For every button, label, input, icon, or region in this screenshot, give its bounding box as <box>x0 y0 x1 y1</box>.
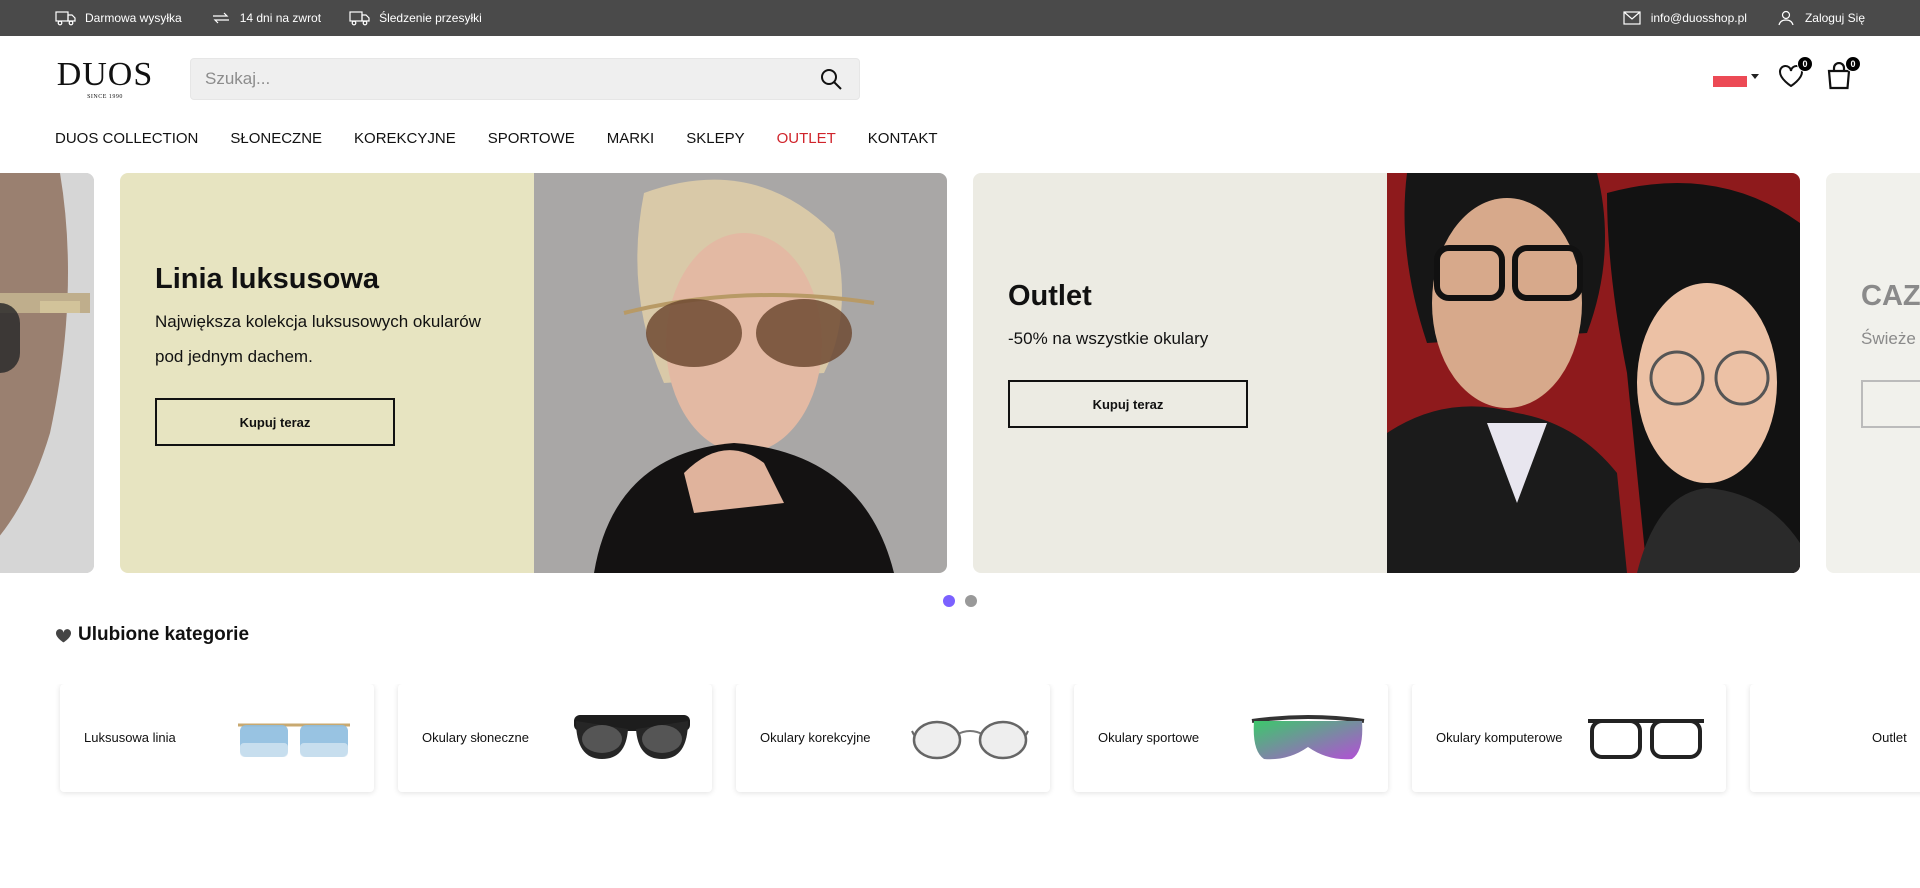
favorite-categories-title: Ulubione kategorie <box>78 624 250 645</box>
top-bar: Darmowa wysyłka 14 dni na zwrot Śledzeni… <box>0 0 1920 36</box>
slide-luxury-shop-button[interactable]: Kupuj teraz <box>155 398 395 446</box>
slide-outlet[interactable]: Outlet -50% na wszystkie okulary Kupuj t… <box>973 173 1800 573</box>
truck-icon <box>55 11 76 26</box>
user-icon <box>1778 10 1794 26</box>
search-input[interactable] <box>205 69 817 89</box>
computer-glasses-icon <box>1588 719 1704 759</box>
return-arrows-icon <box>212 12 229 24</box>
slide-next-description: Świeże z <box>1861 329 1920 348</box>
sunglasses-icon <box>574 715 690 759</box>
nav-korekcyjne[interactable]: KOREKCYJNE <box>354 130 456 147</box>
logo-subtitle: SINCE 1990 <box>87 94 123 100</box>
poland-flag-icon <box>1713 65 1747 87</box>
category-label: Outlet <box>1872 730 1907 745</box>
header: DUOS SINCE 1990 0 0 <box>0 36 1920 122</box>
nav-marki[interactable]: MARKI <box>607 130 655 147</box>
category-label: Luksusowa linia <box>84 730 176 745</box>
returns-info: 14 dni na zwrot <box>210 10 321 26</box>
tracking-link[interactable]: Śledzenie przesyłki <box>349 10 482 26</box>
category-card-computer[interactable]: Okulary komputerowe <box>1412 684 1726 792</box>
chevron-down-icon <box>1751 73 1759 79</box>
logo[interactable]: DUOS SINCE 1990 <box>55 56 155 101</box>
tracking-label: Śledzenie przesyłki <box>379 11 482 25</box>
language-selector[interactable] <box>1713 65 1759 87</box>
category-card-luxury[interactable]: Luksusowa linia <box>60 684 374 792</box>
sport-glasses-icon <box>1251 715 1365 760</box>
logo-text: DUOS <box>56 56 154 93</box>
carousel-pagination <box>0 595 1920 607</box>
free-shipping-label: Darmowa wysyłka <box>85 11 182 25</box>
slide-luxury-title: Linia luksusowa <box>155 263 379 295</box>
nav-sklepy[interactable]: SKLEPY <box>686 130 744 147</box>
carousel-dot-1[interactable] <box>943 595 955 607</box>
nav-sloneczne[interactable]: SŁONECZNE <box>230 130 322 147</box>
favorite-categories-heading: Ulubione kategorie <box>55 624 1865 646</box>
category-label: Okulary słoneczne <box>422 730 529 745</box>
header-actions: 0 0 <box>1713 56 1861 92</box>
category-card-outlet[interactable]: Outlet <box>1750 684 1920 792</box>
slide-previous-image <box>0 173 94 573</box>
nav-duos-collection[interactable]: DUOS COLLECTION <box>55 130 198 147</box>
top-bar-benefits: Darmowa wysyłka 14 dni na zwrot Śledzeni… <box>55 10 482 26</box>
category-card-prescription[interactable]: Okulary korekcyjne <box>736 684 1050 792</box>
nav-outlet[interactable]: OUTLET <box>777 130 836 147</box>
top-bar-account: info@duosshop.pl Zaloguj Się <box>1621 10 1865 26</box>
slide-luxury-description: Największa kolekcja luksusowych okularów… <box>155 312 481 366</box>
category-label: Okulary korekcyjne <box>760 730 871 745</box>
main-navigation: DUOS COLLECTION SŁONECZNE KOREKCYJNE SPO… <box>0 122 1920 154</box>
category-card-sunglasses[interactable]: Okulary słoneczne <box>398 684 712 792</box>
slide-next-button[interactable] <box>1861 380 1920 428</box>
category-label: Okulary sportowe <box>1098 730 1200 745</box>
slide-next[interactable]: CAZA Świeże z <box>1826 173 1920 573</box>
category-label: Okulary komputerowe <box>1436 730 1563 745</box>
category-list: Luksusowa linia Okulary słoneczne Okular… <box>0 684 1920 804</box>
slide-outlet-text-panel: Outlet -50% na wszystkie okulary Kupuj t… <box>973 173 1387 573</box>
nav-sportowe[interactable]: SPORTOWE <box>488 130 575 147</box>
hero-carousel: Linia luksusowa Największa kolekcja luks… <box>0 173 1920 573</box>
returns-label: 14 dni na zwrot <box>239 11 322 25</box>
cart-button[interactable]: 0 <box>1823 56 1861 92</box>
login-link[interactable]: Zaloguj Się <box>1775 10 1865 26</box>
slide-outlet-image <box>1387 173 1800 573</box>
delivery-truck-icon <box>349 11 370 26</box>
slide-luxury-line[interactable]: Linia luksusowa Największa kolekcja luks… <box>120 173 947 573</box>
cart-count: 0 <box>1845 56 1861 72</box>
luxury-glasses-icon <box>238 723 350 757</box>
slide-outlet-title: Outlet <box>1008 280 1092 312</box>
email-label: info@duosshop.pl <box>1650 11 1747 25</box>
carousel-dot-2[interactable] <box>965 595 977 607</box>
wishlist-count: 0 <box>1797 56 1813 72</box>
slide-luxury-image <box>534 173 947 573</box>
free-shipping: Darmowa wysyłka <box>55 10 182 26</box>
nav-kontakt[interactable]: KONTAKT <box>868 130 938 147</box>
slide-next-title: CAZA <box>1861 280 1920 312</box>
heart-filled-icon <box>55 628 72 642</box>
wishlist-button[interactable]: 0 <box>1775 56 1813 92</box>
search-icon <box>821 69 842 90</box>
prescription-glasses-icon <box>911 720 1029 760</box>
slide-outlet-shop-button[interactable]: Kupuj teraz <box>1008 380 1248 428</box>
category-card-sport[interactable]: Okulary sportowe <box>1074 684 1388 792</box>
email-link[interactable]: info@duosshop.pl <box>1621 10 1747 26</box>
slide-next-text-panel: CAZA Świeże z <box>1826 173 1920 573</box>
envelope-icon <box>1623 11 1641 25</box>
login-label: Zaloguj Się <box>1804 11 1865 25</box>
slide-luxury-text-panel: Linia luksusowa Największa kolekcja luks… <box>120 173 534 573</box>
slide-previous[interactable] <box>0 173 94 573</box>
slide-outlet-description: -50% na wszystkie okulary <box>1008 329 1209 348</box>
search-bar <box>190 58 860 100</box>
search-button[interactable] <box>817 65 845 93</box>
